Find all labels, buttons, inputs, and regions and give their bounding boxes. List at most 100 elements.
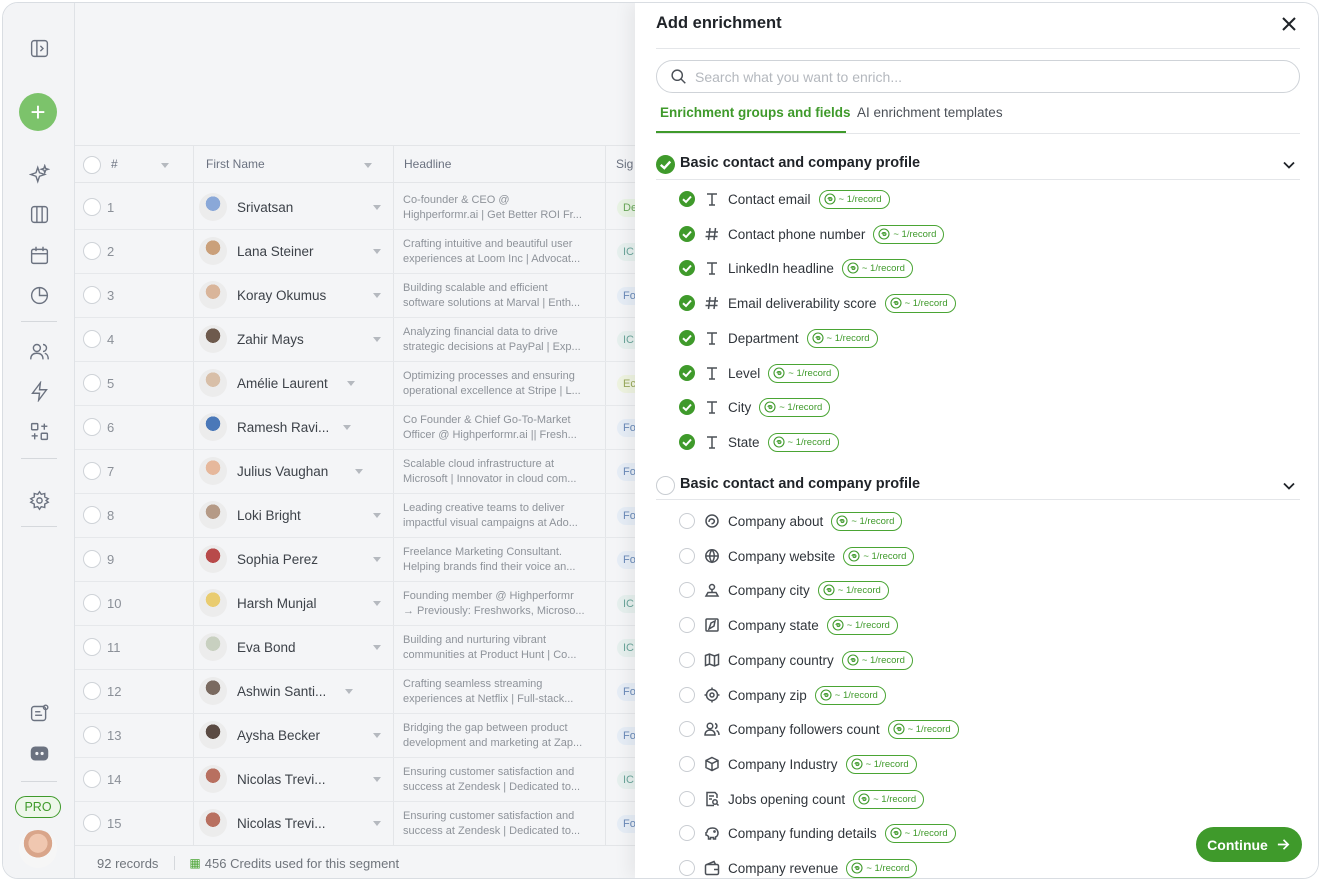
- enrichment-field[interactable]: Company followers count ~ 1/record: [679, 718, 959, 740]
- headline-cell[interactable]: Founding member @ Highperformr → Previous…: [403, 589, 598, 619]
- first-name-cell[interactable]: Srivatsan: [237, 200, 293, 215]
- first-name-cell[interactable]: Ramesh Ravi...: [237, 420, 329, 435]
- row-checkbox[interactable]: [83, 330, 101, 348]
- first-name-cell[interactable]: Loki Bright: [237, 508, 301, 523]
- table-row[interactable]: 9 Sophia Perez Freelance Marketing Consult…: [75, 538, 641, 582]
- headline-cell[interactable]: Crafting seamless streaming experiences a…: [403, 677, 598, 707]
- pie-chart-icon[interactable]: [27, 283, 51, 307]
- table-row[interactable]: 14 Nicolas Trevi... Ensuring customer sati…: [75, 758, 641, 802]
- close-icon[interactable]: [1279, 14, 1299, 34]
- first-name-cell[interactable]: Harsh Munjal: [237, 596, 317, 611]
- enrichment-field[interactable]: City ~ 1/record: [679, 396, 831, 418]
- enrichment-field[interactable]: Company website ~ 1/record: [679, 545, 915, 567]
- first-name-cell[interactable]: Nicolas Trevi...: [237, 816, 326, 831]
- field-checkbox[interactable]: [679, 582, 695, 598]
- table-row[interactable]: 6 Ramesh Ravi... Co Founder & Chief Go-To-…: [75, 406, 641, 450]
- table-row[interactable]: 11 Eva Bond Building and nurturing vibrant…: [75, 626, 641, 670]
- field-checkbox[interactable]: [679, 825, 695, 841]
- user-avatar[interactable]: [19, 830, 57, 868]
- row-checkbox[interactable]: [83, 286, 101, 304]
- first-name-cell[interactable]: Koray Okumus: [237, 288, 326, 303]
- enrichment-field[interactable]: State ~ 1/record: [679, 431, 839, 453]
- row-dropdown-caret-icon[interactable]: [355, 469, 363, 474]
- row-checkbox[interactable]: [83, 198, 101, 216]
- first-name-cell[interactable]: Amélie Laurent: [237, 376, 328, 391]
- headline-cell[interactable]: Co Founder & Chief Go-To-Market Officer @…: [403, 413, 598, 443]
- field-checkbox[interactable]: [679, 399, 695, 415]
- num-sort-caret-icon[interactable]: [161, 163, 169, 168]
- table-row[interactable]: 8 Loki Bright Leading creative teams to de…: [75, 494, 641, 538]
- table-row[interactable]: 1 Srivatsan Co-founder & CEO @ Highperformr…: [75, 186, 641, 230]
- enrichment-field[interactable]: LinkedIn headline ~ 1/record: [679, 257, 913, 279]
- field-checkbox[interactable]: [679, 756, 695, 772]
- first-name-cell[interactable]: Sophia Perez: [237, 552, 318, 567]
- enrichment-field[interactable]: Company country ~ 1/record: [679, 649, 913, 671]
- row-checkbox[interactable]: [83, 638, 101, 656]
- discord-icon[interactable]: [27, 741, 51, 765]
- row-dropdown-caret-icon[interactable]: [373, 249, 381, 254]
- row-dropdown-caret-icon[interactable]: [345, 689, 353, 694]
- field-checkbox[interactable]: [679, 260, 695, 276]
- column-header-first-name[interactable]: First Name: [206, 157, 265, 171]
- row-checkbox[interactable]: [83, 770, 101, 788]
- row-dropdown-caret-icon[interactable]: [373, 645, 381, 650]
- first-name-caret-icon[interactable]: [364, 163, 372, 168]
- field-checkbox[interactable]: [679, 860, 695, 876]
- enrichment-field[interactable]: Department ~ 1/record: [679, 327, 878, 349]
- row-dropdown-caret-icon[interactable]: [373, 513, 381, 518]
- integrations-icon[interactable]: [27, 419, 51, 443]
- continue-button[interactable]: Continue: [1196, 827, 1302, 862]
- group-checkbox[interactable]: [656, 476, 675, 495]
- table-row[interactable]: 15 Nicolas Trevi... Ensuring customer sati…: [75, 802, 641, 846]
- row-checkbox[interactable]: [83, 506, 101, 524]
- enrichment-field[interactable]: Company city ~ 1/record: [679, 579, 889, 601]
- first-name-cell[interactable]: Julius Vaughan: [237, 464, 328, 479]
- first-name-cell[interactable]: Ashwin Santi...: [237, 684, 326, 699]
- settings-gear-icon[interactable]: [27, 488, 51, 512]
- row-dropdown-caret-icon[interactable]: [373, 557, 381, 562]
- field-checkbox[interactable]: [679, 434, 695, 450]
- enrichment-field[interactable]: Company Industry ~ 1/record: [679, 753, 917, 775]
- row-checkbox[interactable]: [83, 814, 101, 832]
- table-row[interactable]: 5 Amélie Laurent Optimizing processes and …: [75, 362, 641, 406]
- row-checkbox[interactable]: [83, 418, 101, 436]
- column-header-signal[interactable]: Sig: [616, 157, 633, 171]
- row-checkbox[interactable]: [83, 242, 101, 260]
- field-checkbox[interactable]: [679, 365, 695, 381]
- first-name-cell[interactable]: Nicolas Trevi...: [237, 772, 326, 787]
- chevron-down-icon[interactable]: [1281, 478, 1297, 494]
- field-checkbox[interactable]: [679, 652, 695, 668]
- field-checkbox[interactable]: [679, 721, 695, 737]
- column-header-headline[interactable]: Headline: [404, 157, 451, 171]
- field-checkbox[interactable]: [679, 687, 695, 703]
- field-checkbox[interactable]: [679, 548, 695, 564]
- headline-cell[interactable]: Freelance Marketing Consultant. Helping b…: [403, 545, 598, 575]
- enrichment-field[interactable]: Company about ~ 1/record: [679, 510, 903, 532]
- first-name-cell[interactable]: Zahir Mays: [237, 332, 304, 347]
- table-row[interactable]: 10 Harsh Munjal Founding member @ Highperf…: [75, 582, 641, 626]
- first-name-cell[interactable]: Lana Steiner: [237, 244, 314, 259]
- search-box[interactable]: [656, 60, 1300, 93]
- table-row[interactable]: 13 Aysha Becker Bridging the gap between p…: [75, 714, 641, 758]
- enrichment-field[interactable]: Jobs opening count ~ 1/record: [679, 788, 925, 810]
- table-row[interactable]: 3 Koray Okumus Building scalable and effic…: [75, 274, 641, 318]
- enrichment-field[interactable]: Company state ~ 1/record: [679, 614, 898, 636]
- table-row[interactable]: 7 Julius Vaughan Scalable cloud infrastruc…: [75, 450, 641, 494]
- users-icon[interactable]: [27, 339, 51, 363]
- group-title[interactable]: Basic contact and company profile: [680, 155, 920, 171]
- enrichment-field[interactable]: Level ~ 1/record: [679, 362, 840, 384]
- field-checkbox[interactable]: [679, 330, 695, 346]
- headline-cell[interactable]: Leading creative teams to deliver impactf…: [403, 501, 598, 531]
- select-all-checkbox[interactable]: [83, 156, 101, 174]
- field-checkbox[interactable]: [679, 295, 695, 311]
- toggle-sidebar-icon[interactable]: [27, 36, 51, 60]
- group-checkbox[interactable]: [656, 155, 675, 174]
- chevron-down-icon[interactable]: [1281, 157, 1297, 173]
- row-checkbox[interactable]: [83, 726, 101, 744]
- add-button[interactable]: +: [19, 93, 57, 131]
- first-name-cell[interactable]: Eva Bond: [237, 640, 296, 655]
- row-checkbox[interactable]: [83, 682, 101, 700]
- group-title[interactable]: Basic contact and company profile: [680, 476, 920, 492]
- row-dropdown-caret-icon[interactable]: [373, 293, 381, 298]
- feedback-icon[interactable]: [27, 701, 51, 725]
